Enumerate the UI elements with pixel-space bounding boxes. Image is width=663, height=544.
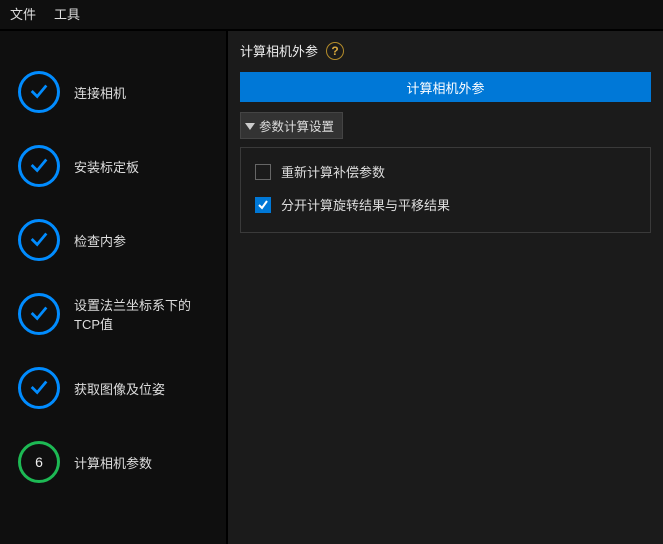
step-item[interactable]: 安装标定板 <box>0 129 226 203</box>
check-icon <box>257 199 269 211</box>
step-label: 设置法兰坐标系下的TCP值 <box>74 295 216 333</box>
section-toggle[interactable]: 参数计算设置 <box>240 112 343 139</box>
step-item[interactable]: 6 计算相机参数 <box>0 425 226 499</box>
step-label: 检查内参 <box>74 231 126 250</box>
step-current-icon: 6 <box>18 441 60 483</box>
step-item[interactable]: 获取图像及位姿 <box>0 351 226 425</box>
step-item[interactable]: 连接相机 <box>0 55 226 129</box>
split-label: 分开计算旋转结果与平移结果 <box>281 195 450 214</box>
content: 计算相机外参 ? 计算相机外参 参数计算设置 重新计算补偿参数 分开计算旋转结果… <box>226 31 663 544</box>
menubar: 文件 工具 <box>0 0 663 29</box>
option-split: 分开计算旋转结果与平移结果 <box>255 195 636 214</box>
step-done-icon <box>18 219 60 261</box>
step-done-icon <box>18 145 60 187</box>
step-label: 安装标定板 <box>74 157 139 176</box>
recalc-checkbox[interactable] <box>255 164 271 180</box>
chevron-down-icon <box>245 121 255 131</box>
step-item[interactable]: 检查内参 <box>0 203 226 277</box>
option-recalc: 重新计算补偿参数 <box>255 162 636 181</box>
menu-file[interactable]: 文件 <box>10 4 36 23</box>
help-icon[interactable]: ? <box>326 42 344 60</box>
main: 连接相机安装标定板检查内参设置法兰坐标系下的TCP值获取图像及位姿 6 计算相机参数… <box>0 29 663 544</box>
recalc-label: 重新计算补偿参数 <box>281 162 385 181</box>
compute-extrinsics-button[interactable]: 计算相机外参 <box>240 72 651 102</box>
settings-panel: 重新计算补偿参数 分开计算旋转结果与平移结果 <box>240 147 651 233</box>
step-done-icon <box>18 293 60 335</box>
split-checkbox[interactable] <box>255 197 271 213</box>
step-done-icon <box>18 71 60 113</box>
step-label: 连接相机 <box>74 83 126 102</box>
sidebar: 连接相机安装标定板检查内参设置法兰坐标系下的TCP值获取图像及位姿 6 计算相机参数 <box>0 31 226 544</box>
step-label: 计算相机参数 <box>74 453 152 472</box>
step-label: 获取图像及位姿 <box>74 379 165 398</box>
step-done-icon <box>18 367 60 409</box>
step-item[interactable]: 设置法兰坐标系下的TCP值 <box>0 277 226 351</box>
section-title: 参数计算设置 <box>259 116 334 135</box>
content-header: 计算相机外参 ? <box>228 31 663 72</box>
header-title: 计算相机外参 <box>240 41 318 60</box>
menu-tool[interactable]: 工具 <box>54 4 80 23</box>
